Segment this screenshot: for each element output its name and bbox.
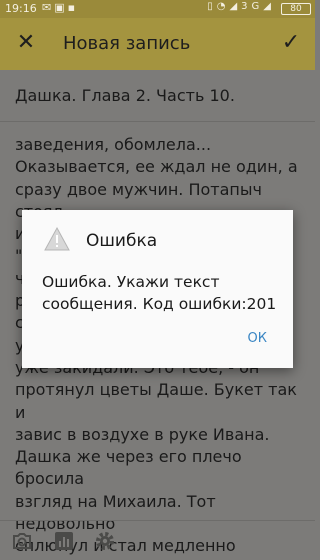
body-line: Оказывается, ее ждал не один, а (15, 157, 298, 177)
body-line: завис в воздухе в руке Ивана. (15, 424, 270, 444)
tray-icon: ▣ (54, 1, 68, 14)
app-toolbar: ✕ Новая запись ✓ (0, 18, 315, 70)
close-icon[interactable]: ✕ (12, 28, 40, 58)
status-bar: 19:16 ✉▣▪ ▯◔◢3G◢ 80 (0, 0, 315, 18)
signal-icon: ◢ (229, 1, 242, 12)
dialog-title: Ошибка (86, 231, 158, 251)
network-type: 3G (241, 1, 264, 12)
toolbar-title: Новая запись (63, 33, 191, 54)
chart-icon[interactable] (52, 529, 76, 553)
dialog-message: Ошибка. Укажи текст сообщения. Код ошибк… (42, 273, 277, 313)
system-icons: ▯◔◢3G◢ (207, 1, 275, 12)
ok-button[interactable]: ОК (244, 329, 271, 348)
notification-icons: ✉▣▪ (42, 1, 78, 14)
subject-field[interactable]: Дашка. Глава 2. Часть 10. (0, 70, 315, 122)
body-line: Дашка же через его плечо бросила (15, 447, 242, 489)
wifi-icon: ◔ (216, 1, 230, 12)
check-icon[interactable]: ✓ (277, 28, 305, 58)
settings-icon[interactable] (93, 529, 117, 553)
signal-icon: ◢ (263, 1, 275, 12)
body-line: заведения, обомлела... (15, 135, 212, 154)
subject-text: Дашка. Глава 2. Часть 10. (15, 86, 235, 105)
body-line: протянул цветы Даше. Букет так и (15, 380, 297, 422)
camera-icon[interactable] (10, 529, 34, 553)
bottom-toolbar (0, 520, 315, 560)
vibrate-icon: ▯ (207, 1, 217, 12)
mail-icon: ✉ (42, 1, 55, 14)
battery-indicator: 80 (281, 3, 311, 15)
status-time: 19:16 (5, 2, 37, 15)
error-dialog: Ошибка Ошибка. Укажи текст сообщения. Ко… (22, 210, 293, 368)
sim-icon: ▪ (67, 1, 79, 14)
warning-icon (44, 226, 70, 251)
